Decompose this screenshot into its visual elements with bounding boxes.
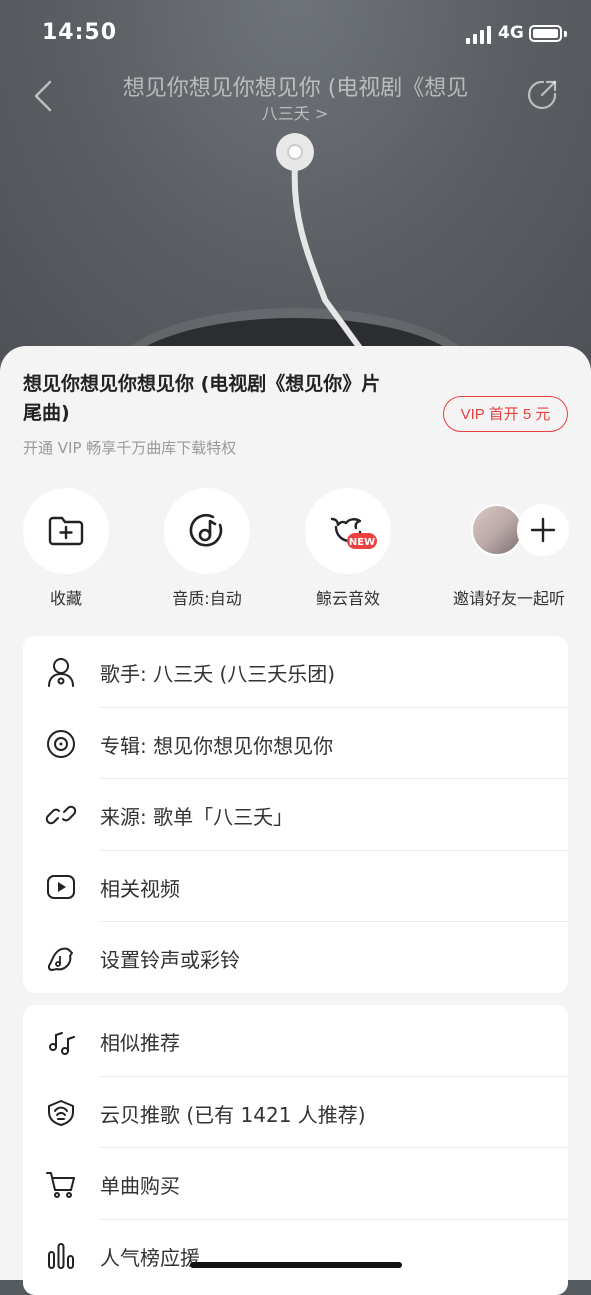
similar-music-icon [49, 1032, 75, 1055]
collect-button[interactable]: 收藏 [6, 488, 126, 608]
cart-icon [46, 1172, 75, 1198]
ringtone-row[interactable]: 设置铃声或彩铃 [23, 922, 568, 994]
network-type: 4G [498, 23, 524, 43]
similar-text: 相似推荐 [100, 1031, 180, 1055]
vip-subtitle: 开通 VIP 畅享千万曲库下载特权 [23, 439, 237, 457]
plus-icon [530, 517, 556, 543]
ringtone-text: 设置铃声或彩铃 [100, 948, 240, 972]
folder-add-icon [48, 516, 84, 546]
share-icon[interactable] [525, 78, 559, 112]
sound-quality-circle [164, 488, 250, 574]
song-info-card: 歌手: 八三夭 (八三夭乐团) 专辑: 想见你想见你想见你 来源: 歌单「八三夭… [23, 636, 568, 993]
singer-text: 歌手: 八三夭 (八三夭乐团) [100, 662, 336, 686]
battery-icon [529, 25, 562, 42]
svg-text:NEW: NEW [349, 537, 375, 548]
battery-tip [564, 31, 567, 37]
music-quality-icon [189, 513, 223, 547]
singer-row[interactable]: 歌手: 八三夭 (八三夭乐团) [23, 636, 568, 708]
whale-effect-circle: NEW [305, 488, 391, 574]
collect-circle [23, 488, 109, 574]
album-icon [47, 729, 75, 758]
signal-icon [466, 26, 491, 44]
album-row[interactable]: 专辑: 想见你想见你想见你 [23, 708, 568, 779]
source-row[interactable]: 来源: 歌单「八三夭」 [23, 779, 568, 851]
new-badge: NEW [347, 533, 377, 549]
friend-avatar [471, 504, 523, 556]
link-icon [45, 805, 77, 825]
header-song-title: 想见你想见你想见你 (电视剧《想见 [122, 76, 469, 101]
cloud-coin-text: 云贝推歌 (已有 1421 人推荐) [100, 1102, 366, 1127]
song-title: 想见你想见你想见你 (电视剧《想见你》片尾曲) [23, 373, 381, 424]
chart-bars-icon [48, 1242, 74, 1269]
chart-support-row[interactable]: 人气榜应援 [23, 1220, 568, 1292]
vip-button[interactable]: VIP 首开 5 元 [443, 396, 568, 432]
cloud-coin-row[interactable]: 云贝推歌 (已有 1421 人推荐) [23, 1077, 568, 1148]
status-time: 14:50 [42, 20, 118, 45]
invite-friend-button[interactable]: 邀请好友一起听 [449, 488, 569, 608]
more-options-card: 相似推荐 云贝推歌 (已有 1421 人推荐) 单曲购买 人气榜应援 [23, 1005, 568, 1295]
invite-friend-circle [459, 488, 569, 574]
whale-effect-label: 鲸云音效 [315, 589, 380, 608]
similar-row[interactable]: 相似推荐 [23, 1005, 568, 1077]
invite-friend-label: 邀请好友一起听 [452, 589, 565, 608]
ringtone-icon [47, 947, 73, 971]
related-video-text: 相关视频 [100, 876, 180, 901]
singer-icon [48, 658, 74, 687]
purchase-text: 单曲购买 [100, 1174, 180, 1198]
source-text: 来源: 歌单「八三夭」 [100, 805, 294, 829]
chart-support-text: 人气榜应援 [100, 1245, 200, 1270]
collect-label: 收藏 [49, 589, 82, 608]
home-indicator [190, 1262, 402, 1268]
purchase-row[interactable]: 单曲购买 [23, 1148, 568, 1220]
add-friend-button[interactable] [517, 504, 569, 556]
header-artist-link[interactable]: 八三夭 > [200, 100, 390, 124]
album-text: 专辑: 想见你想见你想见你 [100, 733, 334, 758]
sound-quality-label: 音质:自动 [172, 589, 242, 608]
whale-effect-button[interactable]: NEW 鲸云音效 [288, 488, 408, 608]
cloud-coin-icon [48, 1099, 74, 1126]
video-icon [47, 874, 75, 899]
sound-quality-button[interactable]: 音质:自动 [147, 488, 267, 608]
back-icon[interactable] [30, 76, 60, 116]
related-video-row[interactable]: 相关视频 [23, 851, 568, 922]
status-bar: 14:50 4G [0, 0, 591, 70]
tonearm-needle [276, 133, 368, 358]
